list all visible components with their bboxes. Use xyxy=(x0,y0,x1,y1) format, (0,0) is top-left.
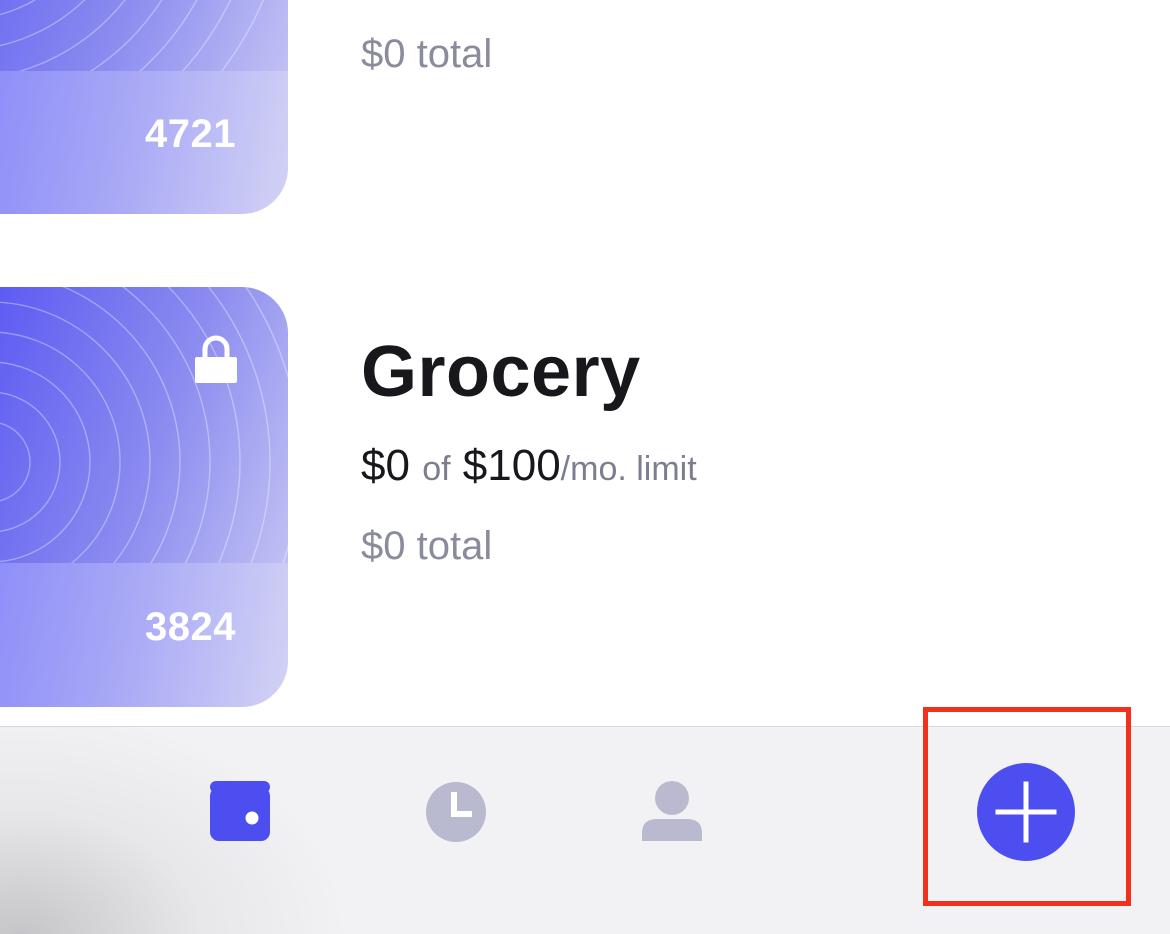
clock-icon xyxy=(426,782,486,842)
limit-amount: $100 xyxy=(462,441,561,490)
card-pattern xyxy=(0,0,288,71)
card-thumbnail[interactable]: 4721 xyxy=(0,0,288,214)
card-thumbnail-grocery[interactable]: 3824 xyxy=(0,287,288,707)
limit-suffix: /mo. limit xyxy=(560,450,697,488)
card-info: $0 total xyxy=(361,34,492,74)
card-info-grocery: Grocery $0 of $100/mo. limit $0 total xyxy=(361,336,697,566)
plus-icon xyxy=(995,781,1057,843)
tab-profile[interactable] xyxy=(637,777,707,847)
of-label: of xyxy=(422,450,451,488)
card-name: Grocery xyxy=(361,332,641,412)
lock-icon xyxy=(195,335,237,383)
card-last-digits: 4721 xyxy=(145,112,236,156)
ring-pattern xyxy=(0,0,264,71)
bottom-tab-bar xyxy=(0,726,1170,934)
spent-amount: $0 xyxy=(361,441,410,490)
tab-history[interactable] xyxy=(421,777,491,847)
wallet-icon xyxy=(210,781,270,841)
card-total: $0 total xyxy=(361,32,493,76)
card-last-digits: 3824 xyxy=(145,605,236,649)
card-footer: 3824 xyxy=(0,563,288,707)
screen: 4721 $0 total 3824 Grocery $0 of $100/mo… xyxy=(0,0,1170,934)
ring-pattern xyxy=(0,287,288,563)
person-icon xyxy=(642,781,702,841)
card-footer: 4721 xyxy=(0,71,288,214)
add-card-button[interactable] xyxy=(977,763,1075,861)
card-limit: $0 of $100/mo. limit xyxy=(361,444,697,488)
card-pattern xyxy=(0,287,288,563)
tab-wallet[interactable] xyxy=(205,777,275,847)
card-total: $0 total xyxy=(361,524,493,568)
